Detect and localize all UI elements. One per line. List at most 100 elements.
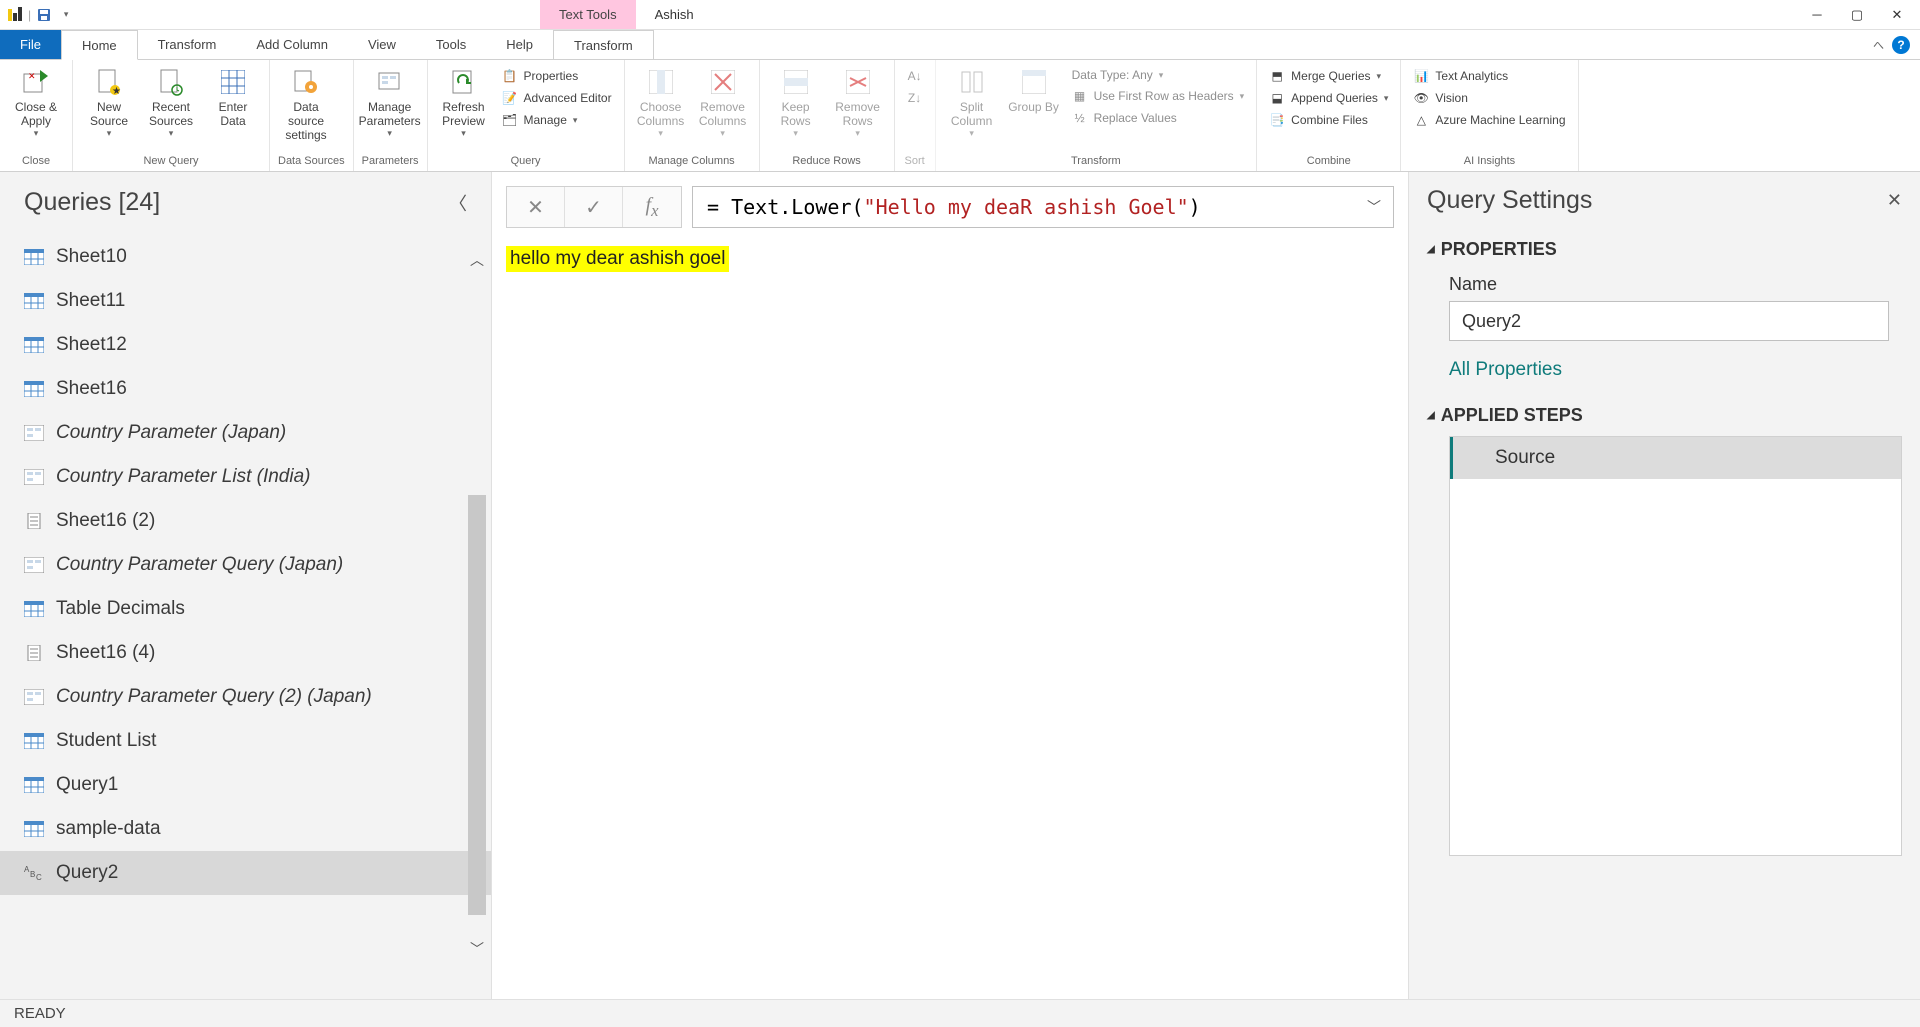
all-properties-link[interactable]: All Properties [1449,359,1902,381]
query-item-label: Sheet16 (2) [56,510,155,532]
data-source-settings-label: Data source settings [280,100,332,142]
expand-formula-icon[interactable]: ﹀ [1367,197,1381,217]
append-icon: ⬓ [1269,90,1285,106]
data-source-settings-icon [290,66,322,98]
applied-steps-list: Source [1449,436,1902,856]
query-item[interactable]: Country Parameter Query (2) (Japan) [0,675,491,719]
close-settings-icon[interactable]: ✕ [1887,190,1902,211]
remove-columns-button[interactable]: Remove Columns [695,64,751,141]
collapse-queries-icon[interactable]: 〈 [449,190,467,216]
query-item[interactable]: Query1 [0,763,491,807]
applied-step-source[interactable]: Source [1450,437,1901,479]
qat-dropdown-icon[interactable]: ▾ [57,6,75,24]
refresh-preview-button[interactable]: Refresh Preview [436,64,492,141]
help-icon[interactable]: ? [1892,36,1910,54]
text-analytics-button[interactable]: 📊Text Analytics [1409,66,1569,86]
tab-help[interactable]: Help [486,30,553,59]
advanced-editor-label: Advanced Editor [524,91,612,105]
collapse-tri-icon-2: ◢ [1427,410,1435,421]
data-type-button[interactable]: Data Type: Any [1068,66,1249,84]
applied-steps-section: ◢ APPLIED STEPS Source [1427,405,1902,856]
split-column-button[interactable]: Split Column [944,64,1000,141]
name-label: Name [1449,274,1902,295]
merge-queries-button[interactable]: ⬒Merge Queries [1265,66,1392,86]
enter-data-label: Enter Data [207,100,259,128]
advanced-editor-button[interactable]: 📝Advanced Editor [498,88,616,108]
scroll-down-icon[interactable]: ﹀ [470,939,484,959]
contextual-tab-text-tools[interactable]: Text Tools [540,0,636,29]
scroll-up-icon[interactable]: ︿ [470,250,484,270]
formula-input[interactable]: = Text.Lower("Hello my deaR ashish Goel"… [692,186,1394,228]
query-item[interactable]: sample-data [0,807,491,851]
query-item[interactable]: Sheet16 (4) [0,631,491,675]
query-item-label: Sheet16 [56,378,127,400]
close-button[interactable]: ✕ [1888,6,1906,24]
save-icon[interactable] [35,6,53,24]
ribbon-collapse-caret[interactable]: へ [1873,37,1884,53]
queries-scrollbar[interactable]: ︿ ﹀ [467,250,487,959]
remove-columns-label: Remove Columns [697,100,749,128]
applied-steps-header[interactable]: ◢ APPLIED STEPS [1427,405,1902,426]
fx-button[interactable]: fx [623,187,681,227]
enter-data-button[interactable]: Enter Data [205,64,261,130]
query-item[interactable]: Country Parameter Query (Japan) [0,543,491,587]
tab-text-transform[interactable]: Transform [553,30,654,59]
tab-tools[interactable]: Tools [416,30,486,59]
properties-button[interactable]: 📋Properties [498,66,616,86]
keep-rows-button[interactable]: Keep Rows [768,64,824,141]
close-apply-button[interactable]: ✕ Close & Apply [8,64,64,141]
query-item[interactable]: Sheet12 [0,323,491,367]
replace-values-label: Replace Values [1094,111,1177,125]
first-row-headers-button[interactable]: ▦Use First Row as Headers [1068,86,1249,106]
replace-values-button[interactable]: ½ Replace Values [1068,108,1249,128]
param-icon [24,689,44,705]
minimize-button[interactable]: ─ [1808,6,1826,24]
remove-rows-button[interactable]: Remove Rows [830,64,886,141]
query-name-input[interactable] [1449,301,1889,341]
vision-button[interactable]: 👁Vision [1409,88,1569,108]
commit-formula-button[interactable]: ✓ [565,187,623,227]
manage-button[interactable]: 🗂Manage [498,110,616,130]
text-analytics-icon: 📊 [1413,68,1429,84]
sort-asc-button[interactable]: A↓ [903,66,927,86]
recent-sources-button[interactable]: Recent Sources [143,64,199,141]
tab-file[interactable]: File [0,30,61,59]
properties-section-header[interactable]: ◢PROPERTIES [1427,239,1902,260]
manage-parameters-button[interactable]: Manage Parameters [362,64,418,141]
query-item[interactable]: Sheet11 [0,279,491,323]
applied-steps-header-label: APPLIED STEPS [1441,405,1583,426]
query-item[interactable]: Country Parameter (Japan) [0,411,491,455]
query-item[interactable]: ABCQuery2 [0,851,491,895]
list-icon [24,513,44,529]
replace-icon: ½ [1072,110,1088,126]
new-source-button[interactable]: ★ New Source [81,64,137,141]
query-item-label: Sheet16 (4) [56,642,155,664]
query-settings-title: Query Settings [1427,186,1592,215]
query-item[interactable]: Sheet10 [0,235,491,279]
ribbon-group-manage-columns: Choose Columns Remove Columns Manage Col… [625,60,760,171]
scroll-thumb[interactable] [468,495,486,915]
query-item[interactable]: Table Decimals [0,587,491,631]
tab-view[interactable]: View [348,30,416,59]
table-icon [24,249,44,265]
data-source-settings-button[interactable]: Data source settings [278,64,334,144]
choose-columns-button[interactable]: Choose Columns [633,64,689,141]
tab-transform[interactable]: Transform [138,30,237,59]
append-queries-button[interactable]: ⬓Append Queries [1265,88,1392,108]
query-item[interactable]: Country Parameter List (India) [0,455,491,499]
table-icon [24,777,44,793]
cancel-formula-button[interactable]: ✕ [507,187,565,227]
query-item[interactable]: Student List [0,719,491,763]
tab-home[interactable]: Home [61,30,138,60]
azure-ml-button[interactable]: △Azure Machine Learning [1409,110,1569,130]
query-item[interactable]: Sheet16 [0,367,491,411]
query-item[interactable]: Sheet16 (2) [0,499,491,543]
tab-add-column[interactable]: Add Column [236,30,348,59]
sort-desc-button[interactable]: Z↓ [903,88,927,108]
title-contextual-tabs: Text Tools Ashish [540,0,713,29]
group-by-button[interactable]: Group By [1006,64,1062,116]
maximize-button[interactable]: ▢ [1848,6,1866,24]
combine-files-button[interactable]: 📑Combine Files [1265,110,1392,130]
ribbon-group-parameters: Manage Parameters Parameters [354,60,428,171]
choose-columns-label: Choose Columns [635,100,687,128]
